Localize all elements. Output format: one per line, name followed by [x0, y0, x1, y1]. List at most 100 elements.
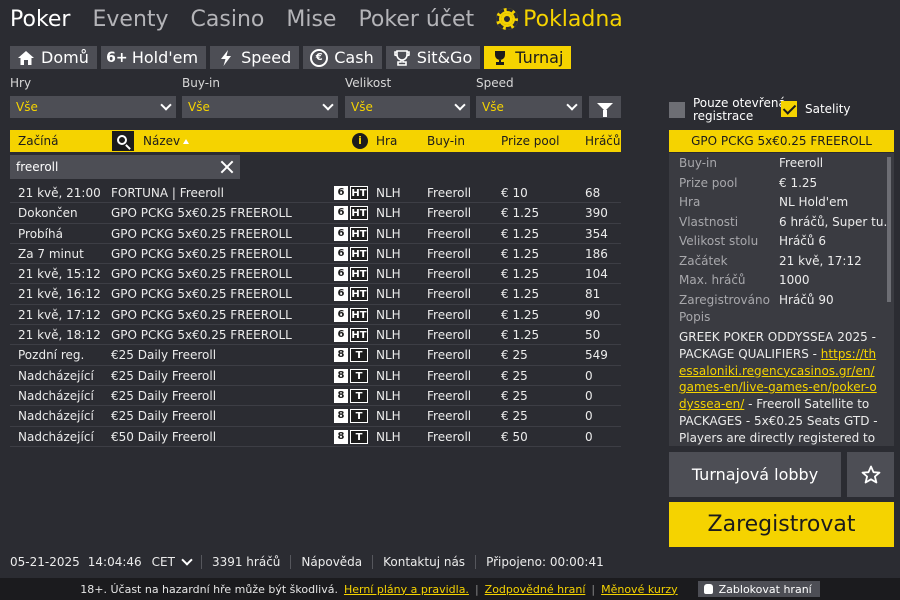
chevron-down-icon	[454, 99, 466, 111]
filter-speed-select[interactable]: Vše	[476, 96, 582, 118]
tab-speed[interactable]: Speed	[210, 46, 300, 69]
separator: |	[474, 582, 479, 596]
details-scrollbar[interactable]	[887, 157, 891, 302]
row-start: Pozdní reg.	[18, 348, 85, 363]
row-name: €25 Daily Freeroll	[111, 388, 217, 403]
star-icon	[861, 465, 880, 483]
description-label: Popis	[679, 310, 711, 324]
table-size-badge: 6	[334, 206, 348, 221]
detail-field-key: Max. hráčů	[679, 273, 746, 287]
filter-size-select[interactable]: Vše	[345, 96, 470, 118]
row-players: 50	[585, 328, 601, 343]
row-players: 104	[585, 267, 608, 282]
row-game: NLH	[376, 348, 401, 363]
row-prize: € 1.25	[501, 307, 540, 322]
table-row[interactable]: 21 kvě, 17:12 GPO PCKG 5x€0.25 FREEROLL NL…	[10, 305, 621, 326]
tournament-type-badge: T	[350, 409, 368, 424]
filter-buyin: Buy-in Vše	[182, 74, 338, 118]
tab-holdem[interactable]: 6+ Hold'em	[100, 46, 207, 69]
table-row[interactable]: 21 kvě, 18:12 GPO PCKG 5x€0.25 FREEROLL NL…	[10, 325, 621, 346]
table-row[interactable]: Za 7 minut GPO PCKG 5x€0.25 FREEROLL NLH Fr…	[10, 244, 621, 265]
checkbox-unchecked	[669, 102, 685, 118]
info-icon[interactable]: i	[352, 133, 368, 149]
row-game: NLH	[376, 368, 401, 383]
contact-link[interactable]: Kontaktuj nás	[372, 555, 475, 569]
rules-link[interactable]: Herní plány a pravidla.	[344, 583, 469, 596]
table-row[interactable]: 21 kvě, 16:12 GPO PCKG 5x€0.25 FREEROLL NL…	[10, 284, 621, 305]
responsible-gaming-link[interactable]: Zodpovědné hraní	[485, 583, 586, 596]
row-start: 21 kvě, 15:12	[18, 267, 101, 282]
chevron-down-icon[interactable]	[181, 554, 193, 566]
row-buyin: Freeroll	[427, 226, 472, 241]
tournament-type-badge: T	[350, 388, 368, 403]
filter-buyin-select[interactable]: Vše	[182, 96, 338, 118]
filter-speed-value: Vše	[482, 100, 504, 114]
game-tabs: Domů 6+ Hold'em Speed € Cash Sit&Go Turn…	[10, 46, 572, 69]
header-name[interactable]: Název	[143, 130, 190, 152]
row-players: 549	[585, 348, 608, 363]
nav-cashier[interactable]: Pokladna	[496, 7, 623, 32]
favorite-button[interactable]	[847, 452, 894, 497]
filter-buyin-label: Buy-in	[182, 76, 220, 90]
row-name: €50 Daily Freeroll	[111, 429, 217, 444]
table-row[interactable]: Dokončen GPO PCKG 5x€0.25 FREEROLL NLH Free…	[10, 203, 621, 224]
tab-sitgo[interactable]: Sit&Go	[385, 46, 481, 69]
header-prize[interactable]: Prize pool	[501, 130, 559, 152]
header-game[interactable]: Hra	[376, 130, 397, 152]
header-players[interactable]: Hráčů	[585, 130, 621, 152]
table-row[interactable]: Pozdní reg. €25 Daily Freeroll NLH Freeroll…	[10, 345, 621, 366]
nav-poker-account[interactable]: Poker účet	[358, 7, 474, 32]
tournament-list: 21 kvě, 21:00 FORTUNA | Freeroll NLH Freero…	[10, 183, 621, 447]
filter-games-select[interactable]: Vše	[10, 96, 176, 118]
detail-field: Prize pool € 1.25	[679, 174, 884, 193]
row-players: 186	[585, 246, 608, 261]
row-players: 90	[585, 307, 601, 322]
table-row[interactable]: Nadcházející €25 Daily Freeroll NLH Freerol…	[10, 366, 621, 386]
search-icon[interactable]	[112, 131, 134, 151]
header-start[interactable]: Začíná	[18, 130, 58, 152]
table-size-badge: 6	[334, 307, 348, 322]
satellites-checkbox[interactable]: Satelity	[781, 101, 851, 117]
name-search-input[interactable]: freeroll	[10, 155, 240, 179]
header-buyin[interactable]: Buy-in	[427, 130, 465, 152]
detail-field: Vlastnosti 6 hráčů, Super tu...	[679, 213, 889, 232]
funnel-icon	[597, 103, 613, 117]
help-link[interactable]: Nápověda	[290, 555, 372, 569]
open-registration-checkbox[interactable]: Pouze otevřená registrace	[669, 97, 788, 123]
filter-size-label: Velikost	[345, 76, 392, 90]
tab-home[interactable]: Domů	[10, 46, 97, 69]
row-game: NLH	[376, 388, 401, 403]
table-row[interactable]: 21 kvě, 21:00 FORTUNA | Freeroll NLH Freero…	[10, 183, 621, 204]
currency-rates-link[interactable]: Měnové kurzy	[601, 583, 678, 596]
nav-events[interactable]: Eventy	[92, 7, 168, 32]
row-start: Nadcházející	[18, 409, 94, 424]
table-row[interactable]: Nadcházející €50 Daily Freeroll NLH Freerol…	[10, 427, 621, 447]
table-row[interactable]: Nadcházející €25 Daily Freeroll NLH Freerol…	[10, 386, 621, 407]
nav-casino[interactable]: Casino	[191, 7, 265, 32]
block-gaming-button[interactable]: Zablokovat hraní	[697, 581, 820, 597]
nav-missions[interactable]: Mise	[286, 7, 336, 32]
tab-home-label: Domů	[41, 48, 89, 67]
six-plus-icon: 6+	[106, 49, 128, 66]
status-players: 3391 hráčů	[200, 555, 290, 569]
row-start: Probíhá	[18, 226, 63, 241]
table-row[interactable]: Probíhá GPO PCKG 5x€0.25 FREEROLL NLH Freer…	[10, 224, 621, 244]
row-start: Nadcházející	[18, 388, 94, 403]
tab-tournament[interactable]: Turnaj	[484, 46, 572, 69]
status-timezone[interactable]: CET	[152, 555, 175, 569]
nav-poker[interactable]: Poker	[10, 7, 70, 32]
tournament-lobby-button[interactable]: Turnajová lobby	[669, 452, 841, 497]
detail-field-key: Hra	[679, 195, 701, 209]
row-game: NLH	[376, 429, 401, 444]
row-prize: € 1.25	[501, 246, 540, 261]
row-buyin: Freeroll	[427, 409, 472, 424]
table-row[interactable]: Nadcházející €25 Daily Freeroll NLH Freerol…	[10, 406, 621, 427]
advanced-filter-button[interactable]	[589, 96, 621, 118]
tab-cash[interactable]: € Cash	[303, 46, 382, 69]
clear-icon[interactable]	[220, 160, 234, 174]
row-game: NLH	[376, 246, 401, 261]
table-row[interactable]: 21 kvě, 15:12 GPO PCKG 5x€0.25 FREEROLL NL…	[10, 264, 621, 285]
register-button[interactable]: Zaregistrovat	[669, 502, 894, 547]
tournament-type-badge: HT	[350, 246, 368, 261]
row-prize: € 1.25	[501, 328, 540, 343]
